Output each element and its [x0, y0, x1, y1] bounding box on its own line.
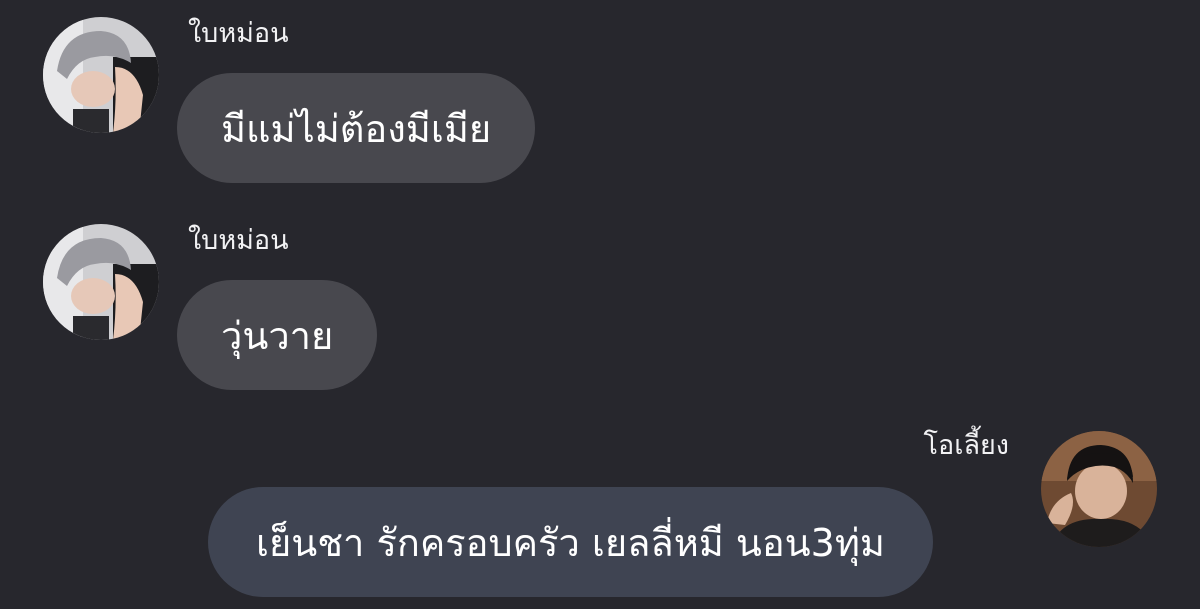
avatar-photo: [1041, 431, 1157, 547]
outgoing-message-bubble[interactable]: เย็นชา รักครอบครัว เยลลี่หมี นอน3ทุ่ม: [208, 487, 933, 597]
message-text: มีแม่ไม่ต้องมีเมีย: [221, 106, 492, 151]
sender-avatar[interactable]: [1041, 431, 1157, 547]
message-text: วุ่นวาย: [221, 313, 334, 358]
incoming-message-bubble[interactable]: วุ่นวาย: [177, 280, 378, 390]
avatar-photo: [43, 17, 159, 133]
sender-name: ใบหม่อน: [188, 225, 289, 256]
avatar-photo: [43, 224, 159, 340]
sender-avatar[interactable]: [43, 17, 159, 133]
incoming-message-bubble[interactable]: มีแม่ไม่ต้องมีเมีย: [177, 73, 536, 183]
sender-name: โอเลี้ยง: [923, 430, 1010, 461]
sender-avatar[interactable]: [43, 224, 159, 340]
sender-name: ใบหม่อน: [188, 18, 289, 49]
message-text: เย็นชา รักครอบครัว เยลลี่หมี นอน3ทุ่ม: [256, 520, 885, 565]
